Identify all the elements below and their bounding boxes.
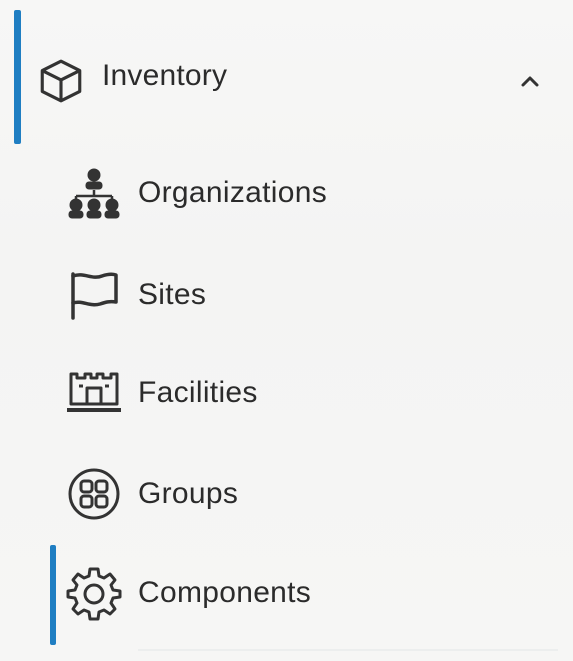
nav-item-label: Groups	[138, 477, 239, 510]
nav-item-facilities[interactable]: Facilities	[40, 345, 560, 441]
section-active-indicator	[14, 10, 21, 144]
inventory-section-header[interactable]: Inventory	[0, 10, 563, 144]
gear-icon	[64, 563, 124, 623]
nav-item-groups[interactable]: Groups	[40, 446, 560, 542]
divider	[138, 649, 558, 651]
nav-item-components[interactable]: Components	[40, 545, 560, 651]
nav-item-label: Organizations	[138, 176, 327, 209]
nav-item-label: Components	[138, 576, 312, 609]
nav-item-organizations[interactable]: Organizations	[40, 145, 560, 241]
cube-icon	[32, 52, 90, 110]
groups-icon	[64, 464, 124, 524]
nav-item-label: Sites	[138, 278, 207, 311]
inventory-section-label: Inventory	[102, 59, 228, 92]
nav-item-sites[interactable]: Sites	[40, 247, 560, 343]
nav-item-label: Facilities	[138, 376, 258, 409]
facility-icon	[64, 363, 124, 423]
flag-icon	[64, 265, 124, 325]
chevron-up-icon[interactable]	[515, 66, 545, 96]
item-active-indicator	[50, 545, 56, 645]
organizations-icon	[64, 163, 124, 223]
inventory-nav: Inventory Organizations Sites Facilities…	[0, 0, 573, 661]
